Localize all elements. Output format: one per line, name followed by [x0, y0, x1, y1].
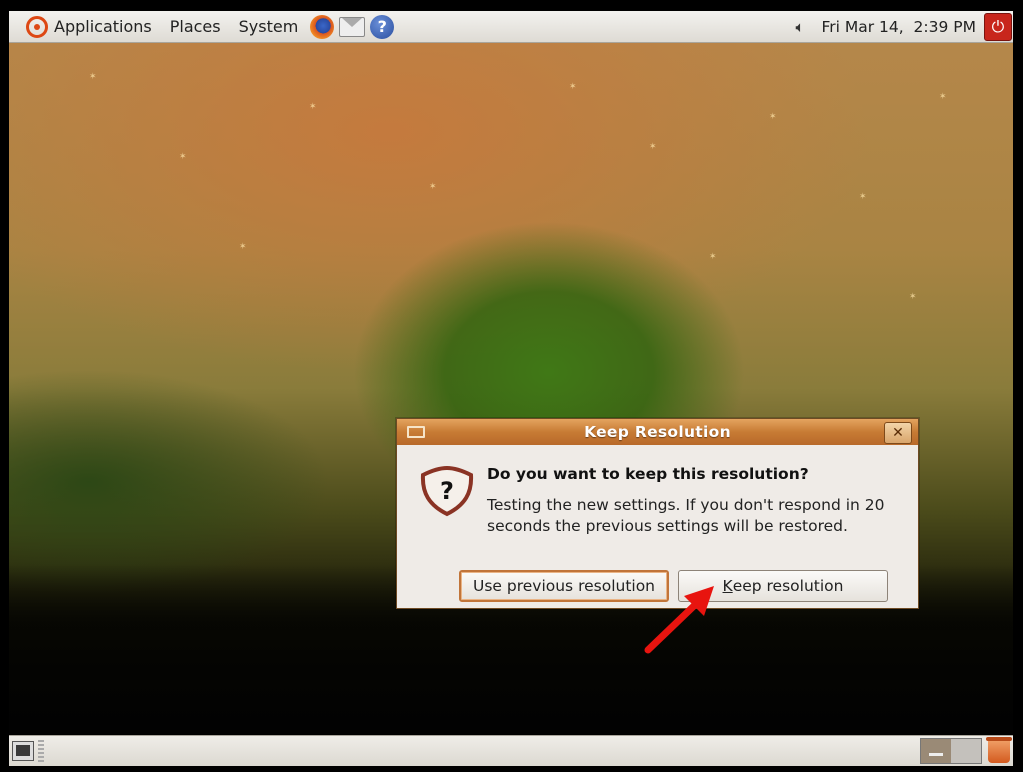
power-icon: ⏻ [991, 16, 1005, 36]
trash-icon[interactable] [986, 737, 1012, 763]
firefox-launcher[interactable] [309, 14, 335, 40]
show-desktop-button[interactable] [12, 741, 34, 761]
firefox-icon [310, 14, 335, 39]
volume-icon[interactable]: 🔈︎ [795, 18, 815, 36]
dialog-titlebar[interactable]: Keep Resolution ✕ [397, 419, 918, 445]
keep-label-rest: eep resolution [732, 577, 844, 595]
dialog-primary-text: Do you want to keep this resolution? [487, 465, 809, 483]
mail-launcher[interactable] [339, 14, 366, 40]
workspace-switcher [920, 738, 982, 764]
desktop-wallpaper: ✶ ✶ ✶ ✶ ✶ ✶ ✶ ✶ ✶ ✶ ✶ ✶ [9, 42, 1013, 734]
clock[interactable]: Fri Mar 14, 2:39 PM [821, 18, 976, 36]
question-glyph: ? [440, 477, 454, 505]
panel-handle[interactable] [38, 740, 44, 762]
applications-menu-label: Applications [54, 17, 152, 36]
close-icon: ✕ [892, 425, 904, 441]
close-button[interactable]: ✕ [884, 422, 912, 444]
workspace-1[interactable] [921, 739, 951, 763]
dialog-secondary-text: Testing the new settings. If you don't r… [487, 496, 885, 535]
red-arrow-annotation [644, 586, 714, 654]
question-icon: ? [420, 465, 474, 517]
evolution-mail-icon [339, 16, 366, 37]
use-previous-resolution-button[interactable]: Use previous resolution [459, 570, 669, 602]
top-panel: Applications Places System ? 🔈︎ Fri Mar … [9, 11, 1013, 43]
bottom-panel [9, 735, 1013, 766]
places-menu[interactable]: Places [161, 11, 230, 42]
help-icon: ? [370, 14, 395, 39]
help-launcher[interactable]: ? [369, 14, 395, 40]
system-tray: 🔈︎ Fri Mar 14, 2:39 PM ⏻ [795, 11, 1013, 42]
dialog-title: Keep Resolution [584, 423, 731, 441]
ubuntu-logo-icon [26, 15, 48, 38]
applications-menu[interactable]: Applications [9, 11, 161, 42]
workspace-2[interactable] [951, 739, 981, 763]
power-button[interactable]: ⏻ [984, 12, 1012, 41]
system-menu[interactable]: System [230, 11, 308, 42]
